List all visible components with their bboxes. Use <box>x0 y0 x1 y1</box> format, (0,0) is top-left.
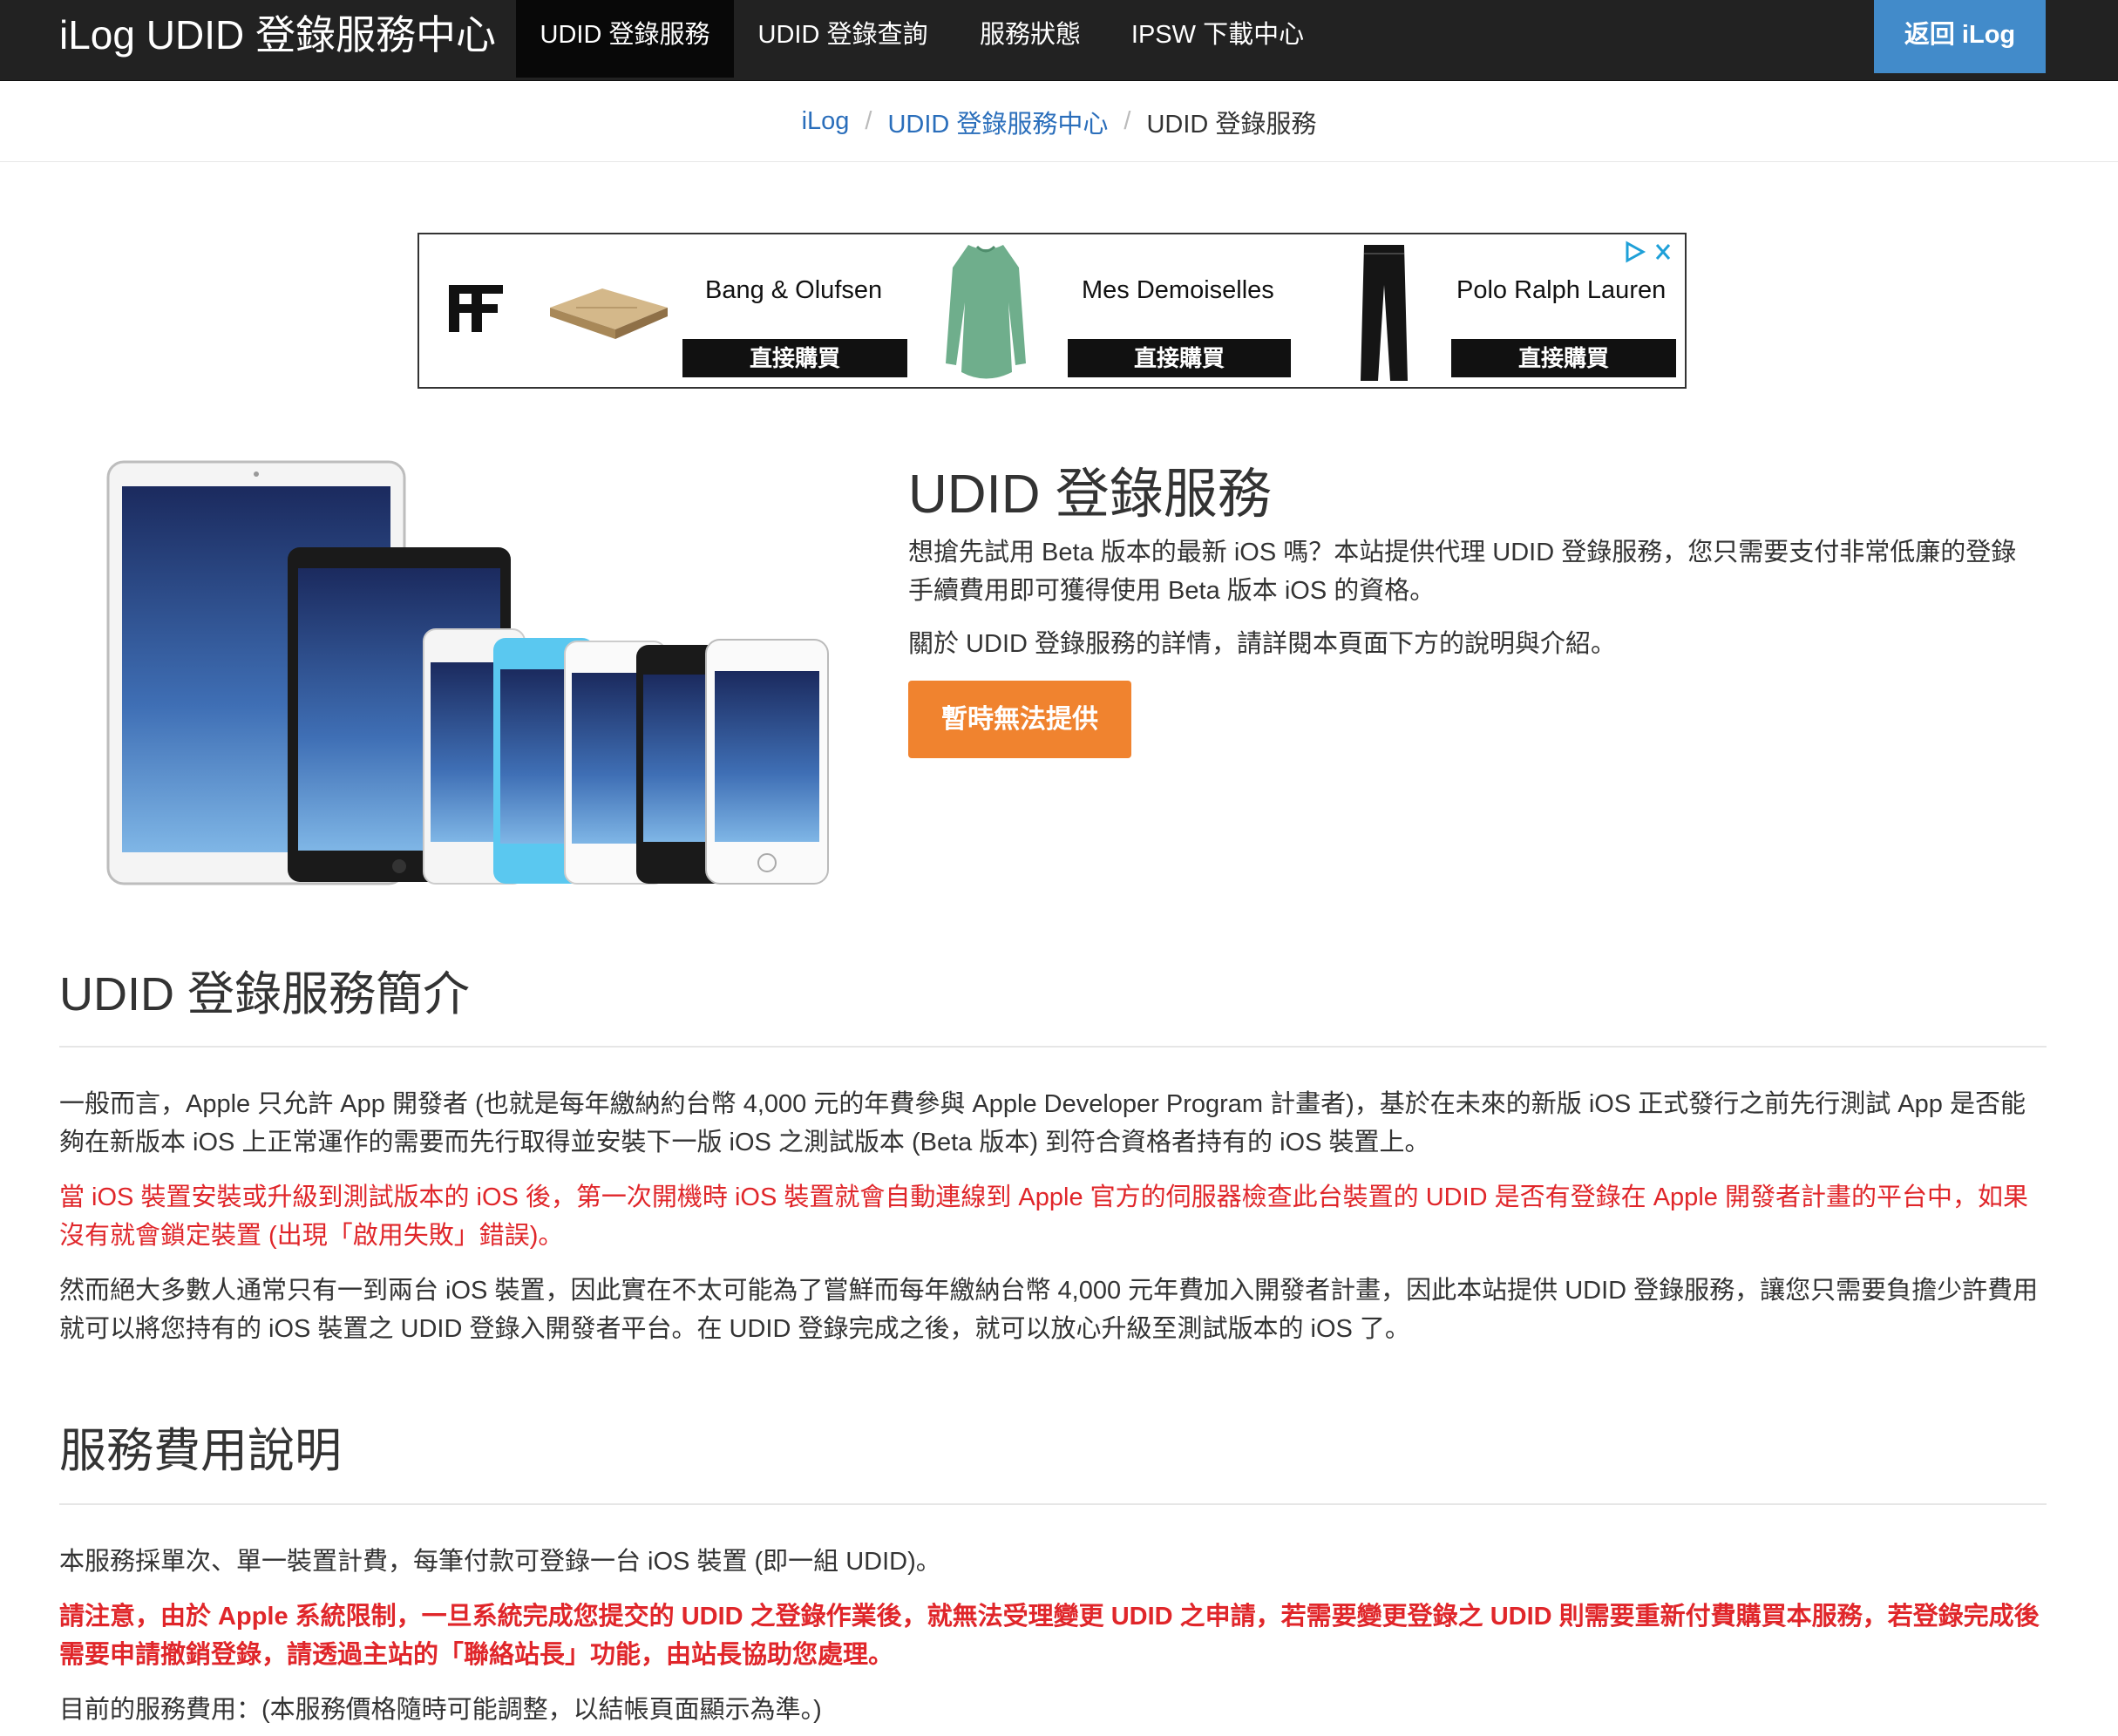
black-pants-image[interactable] <box>1354 241 1415 385</box>
top-navbar: iLog UDID 登錄服務中心 UDID 登錄服務 UDID 登錄查詢 服務狀… <box>0 0 2118 81</box>
breadcrumb-separator: / <box>1123 107 1131 135</box>
fees-paragraph-warning: 請注意，由於 Apple 系統限制，一旦系統完成您提交的 UDID 之登錄作業後… <box>59 1603 2040 1669</box>
nav-service-status[interactable]: 服務狀態 <box>952 0 1109 78</box>
fees-paragraph-1: 本服務採單次、單一裝置計費，每筆付款可登錄一台 iOS 裝置 (即一組 UDID… <box>59 1548 941 1576</box>
section-divider <box>59 1503 2047 1505</box>
hero-title: UDID 登錄服務 <box>908 465 1272 525</box>
nav-udid-register[interactable]: UDID 登錄服務 <box>516 0 734 78</box>
intro-section-title: UDID 登錄服務簡介 <box>59 968 470 1021</box>
nav-ipsw-download[interactable]: IPSW 下載中心 <box>1109 0 1327 78</box>
site-brand[interactable]: iLog UDID 登錄服務中心 <box>59 0 496 81</box>
adchoices-icon[interactable] <box>1624 240 1674 270</box>
ad-buy-button-3[interactable]: 直接購買 <box>1451 339 1676 377</box>
green-sweater-image[interactable] <box>942 241 1029 385</box>
back-to-ilog-button[interactable]: 返回 iLog <box>1874 0 2046 73</box>
ad-brand-mes-demoiselles[interactable]: Mes Demoiselles <box>1082 276 1274 305</box>
ad-buy-button-2[interactable]: 直接購買 <box>1068 339 1291 377</box>
breadcrumb-current: UDID 登錄服務 <box>1146 110 1317 139</box>
fees-paragraph-3: 目前的服務費用：(本服務價格隨時可能調整，以結帳頁面顯示為準。) <box>59 1696 822 1724</box>
farfetch-logo-icon <box>449 285 503 332</box>
ad-banner[interactable]: Bang & Olufsen 直接購買 Mes Demoiselles 直接購買… <box>417 233 1687 389</box>
ad-buy-button-1[interactable]: 直接購買 <box>682 339 907 377</box>
breadcrumb-separator: / <box>865 107 872 135</box>
unavailable-button[interactable]: 暫時無法提供 <box>908 681 1131 758</box>
breadcrumb-udid-center[interactable]: UDID 登錄服務中心 <box>887 104 1108 140</box>
hero-paragraph-1: 想搶先試用 Beta 版本的最新 iOS 嗎？本站提供代理 UDID 登錄服務，… <box>908 539 2017 605</box>
section-divider <box>59 1046 2047 1048</box>
breadcrumb: iLog / UDID 登錄服務中心 / UDID 登錄服務 <box>0 81 2118 162</box>
fees-section-title: 服務費用說明 <box>59 1425 342 1477</box>
intro-paragraph-warning: 當 iOS 裝置安裝或升級到測試版本的 iOS 後，第一次開機時 iOS 裝置就… <box>59 1183 2028 1250</box>
ad-brand-polo-ralph-lauren[interactable]: Polo Ralph Lauren <box>1456 276 1666 305</box>
ad-brand-bang-olufsen[interactable]: Bang & Olufsen <box>705 276 882 305</box>
intro-paragraph-3: 然而絕大多數人通常只有一到兩台 iOS 裝置，因此實在不太可能為了嘗鮮而每年繳納… <box>59 1277 2039 1343</box>
hero-paragraph-2: 關於 UDID 登錄服務的詳情，請詳閱本頁面下方的說明與介紹。 <box>908 630 1617 658</box>
ios-devices-image <box>106 460 829 885</box>
intro-paragraph-1: 一般而言，Apple 只允許 App 開發者 (也就是每年繳納約台幣 4,000… <box>59 1090 2026 1156</box>
breadcrumb-bar: iLog / UDID 登錄服務中心 / UDID 登錄服務 <box>0 81 2118 162</box>
wood-speaker-image[interactable] <box>541 281 672 342</box>
nav-udid-query[interactable]: UDID 登錄查詢 <box>734 0 952 78</box>
breadcrumb-ilog[interactable]: iLog <box>802 107 850 136</box>
